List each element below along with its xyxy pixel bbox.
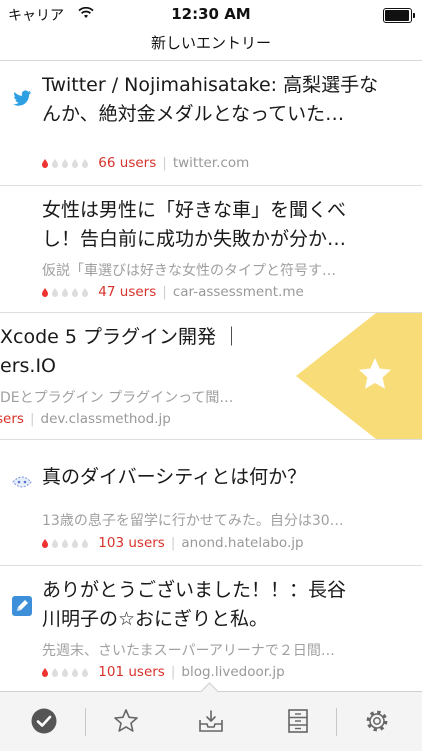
entry-summary: 先週末、さいたまスーパーアリーナで２日間… bbox=[42, 643, 335, 659]
entry-row[interactable]: Twitter / Nojimahisatake: 高梨選手な んか、絶対金メダ… bbox=[0, 61, 422, 186]
inbox-download-icon bbox=[199, 710, 223, 732]
entry-title: ありがとうございました！！：長谷 bbox=[42, 579, 347, 601]
entry-title: Twitter / Nojimahisatake: 高梨選手な bbox=[42, 74, 379, 96]
entry-meta: 66 users | twitter.com bbox=[42, 155, 249, 171]
entry-meta: sers|dev.classmethod.jp bbox=[0, 411, 171, 427]
entry-title: 真のダイバーシティとは何か？ bbox=[42, 466, 307, 488]
entry-domain: anond.hatelabo.jp bbox=[181, 535, 304, 551]
bookmark-flames-icon bbox=[42, 539, 88, 548]
bookmark-flames-icon bbox=[42, 159, 88, 168]
bottom-toolbar bbox=[0, 682, 422, 751]
entry-row-swiped[interactable]: Xcode 5 プラグイン開発 ｜ ers.IO DEとプラグイン プラグインっ… bbox=[0, 313, 422, 440]
user-count: 101 users bbox=[98, 664, 165, 680]
entry-title-line2: 川明子の☆おにぎりと私。 bbox=[42, 608, 269, 630]
archive-button[interactable] bbox=[281, 704, 315, 738]
blank-page-icon bbox=[12, 218, 32, 238]
entry-summary: 13歳の息子を留学に行かせてみた。自分は30… bbox=[42, 513, 344, 529]
settings-button[interactable] bbox=[360, 704, 394, 738]
entry-title: Xcode 5 プラグイン開発 ｜ bbox=[0, 326, 240, 348]
entry-meta: 103 users | anond.hatelabo.jp bbox=[42, 535, 304, 551]
entry-content: Xcode 5 プラグイン開発 ｜ ers.IO DEとプラグイン プラグインっ… bbox=[0, 313, 380, 439]
entry-summary: 仮説「車選びは好きな女性のタイプと符号す… bbox=[42, 263, 336, 279]
entry-summary: DEとプラグイン プラグインって聞… bbox=[0, 390, 234, 406]
user-count: 66 users bbox=[98, 155, 157, 171]
entry-list[interactable]: Twitter / Nojimahisatake: 高梨選手な んか、絶対金メダ… bbox=[0, 61, 422, 691]
entry-title-line2: し！告白前に成功か失敗かが分か… bbox=[42, 228, 347, 250]
favorites-button[interactable] bbox=[109, 704, 143, 738]
status-bar: キャリア 12:30 AM bbox=[0, 0, 422, 30]
entry-domain: car-assessment.me bbox=[172, 284, 304, 300]
entry-domain: dev.classmethod.jp bbox=[40, 411, 171, 427]
bookmark-flames-icon bbox=[42, 668, 88, 677]
entry-row[interactable]: 女性は男性に「好きな車」を聞くべ し！告白前に成功か失敗かが分か… 仮説「車選び… bbox=[0, 186, 422, 313]
star-icon bbox=[114, 709, 138, 732]
twitter-bird-icon bbox=[13, 90, 31, 106]
user-count: sers bbox=[0, 411, 24, 427]
anond-icon bbox=[12, 476, 32, 488]
entry-domain: blog.livedoor.jp bbox=[181, 664, 285, 680]
cabinet-icon bbox=[288, 709, 308, 733]
battery-icon bbox=[383, 8, 415, 23]
entry-title-line2: んか、絶対金メダルとなっていた… bbox=[42, 103, 345, 125]
livedoor-blog-icon bbox=[12, 596, 32, 616]
entry-row[interactable]: ありがとうございました！！：長谷 川明子の☆おにぎりと私。 先週末、さいたまスー… bbox=[0, 566, 422, 691]
entry-row[interactable]: 真のダイバーシティとは何か？ 13歳の息子を留学に行かせてみた。自分は30… 1… bbox=[0, 440, 422, 566]
entry-meta: 101 users | blog.livedoor.jp bbox=[42, 664, 285, 680]
user-count: 47 users bbox=[98, 284, 157, 300]
entry-meta: 47 users | car-assessment.me bbox=[42, 284, 304, 300]
read-check-button[interactable] bbox=[27, 704, 61, 738]
user-count: 103 users bbox=[98, 535, 165, 551]
nav-bar: 新しいエントリー bbox=[0, 30, 422, 61]
new-entries-button[interactable] bbox=[194, 704, 228, 738]
clock: 12:30 AM bbox=[171, 5, 251, 23]
checkmark-icon bbox=[31, 708, 57, 734]
entry-domain: twitter.com bbox=[172, 155, 250, 171]
entry-title: 女性は男性に「好きな車」を聞くべ bbox=[42, 199, 347, 221]
gear-icon bbox=[366, 710, 388, 732]
bookmark-flames-icon bbox=[42, 288, 88, 297]
entry-title-line2: ers.IO bbox=[0, 355, 56, 377]
page-title: 新しいエントリー bbox=[150, 34, 271, 52]
